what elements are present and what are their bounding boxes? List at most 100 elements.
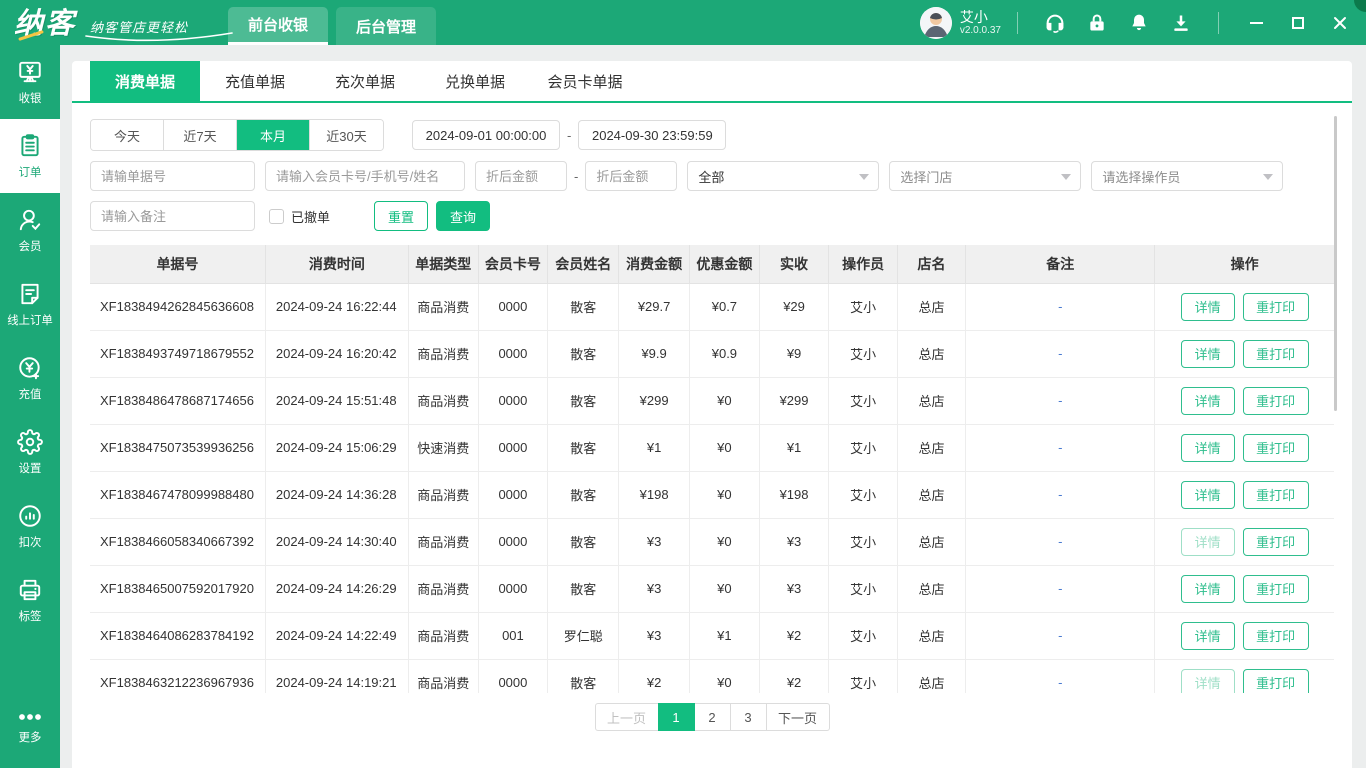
- date-from-input[interactable]: [412, 120, 560, 150]
- cell-order-no: XF1838475073539936256: [90, 424, 266, 472]
- detail-button[interactable]: 详情: [1180, 386, 1235, 415]
- operator-select[interactable]: 请选择操作员: [1091, 161, 1284, 191]
- sidebar-item-cashier[interactable]: 收银: [0, 45, 60, 119]
- cell-amount: ¥9.9: [618, 330, 691, 378]
- tab-recharge-orders[interactable]: 充值单据: [200, 61, 310, 101]
- avatar[interactable]: [919, 6, 952, 39]
- detail-button[interactable]: 详情: [1180, 527, 1235, 556]
- reset-button[interactable]: 重置: [374, 201, 429, 231]
- store-select[interactable]: 选择门店: [889, 161, 1082, 191]
- page-button-1[interactable]: 1: [657, 703, 695, 731]
- reprint-button[interactable]: 重打印: [1242, 527, 1309, 556]
- tab-exchange-orders[interactable]: 兑换单据: [420, 61, 530, 101]
- cell-paid: ¥3: [759, 565, 830, 613]
- sidebar-item-labels[interactable]: 标签: [0, 563, 60, 637]
- tab-consume-orders[interactable]: 消费单据: [90, 61, 200, 101]
- range-30days-button[interactable]: 近30天: [310, 120, 383, 150]
- detail-button[interactable]: 详情: [1180, 574, 1235, 603]
- revoked-checkbox[interactable]: [269, 208, 284, 224]
- col-card-no: 会员卡号: [478, 245, 549, 284]
- reprint-button[interactable]: 重打印: [1242, 574, 1309, 603]
- page-button-2[interactable]: 2: [693, 703, 731, 731]
- cell-paid: ¥2: [759, 659, 830, 693]
- reprint-button[interactable]: 重打印: [1242, 621, 1309, 650]
- vertical-scrollbar[interactable]: [1334, 116, 1337, 411]
- search-button[interactable]: 查询: [436, 201, 491, 231]
- sidebar-item-orders[interactable]: 订单: [0, 119, 60, 193]
- next-page-button[interactable]: 下一页: [765, 703, 830, 731]
- table-row: XF1838475073539936256 2024-09-24 15:06:2…: [90, 424, 1334, 472]
- range-today-button[interactable]: 今天: [91, 120, 164, 150]
- maximize-button[interactable]: [1284, 9, 1312, 37]
- cell-paid: ¥29: [759, 283, 830, 331]
- sidebar-item-recharge[interactable]: 充值: [0, 341, 60, 415]
- cell-remark: -: [965, 424, 1156, 472]
- detail-button[interactable]: 详情: [1180, 433, 1235, 462]
- lock-icon[interactable]: [1084, 10, 1110, 36]
- cell-time: 2024-09-24 14:19:21: [265, 659, 409, 693]
- cell-card-no: 0000: [478, 283, 549, 331]
- reprint-button[interactable]: 重打印: [1242, 668, 1309, 693]
- cell-remark: -: [965, 659, 1156, 693]
- cell-discount: ¥0: [689, 471, 760, 519]
- col-time: 消费时间: [265, 245, 409, 284]
- slogan-swoosh: [85, 31, 233, 41]
- detail-button[interactable]: 详情: [1180, 292, 1235, 321]
- filter-row-fields: - 全部 选择门店 请选择操作员: [90, 161, 1334, 191]
- sidebar-item-members[interactable]: 会员: [0, 193, 60, 267]
- reprint-button[interactable]: 重打印: [1242, 292, 1309, 321]
- amount-min-input[interactable]: [475, 161, 567, 191]
- member-search-input[interactable]: [265, 161, 465, 191]
- date-to-input[interactable]: [578, 120, 727, 150]
- cell-type: 商品消费: [408, 283, 479, 331]
- cell-actions: 详情 重打印: [1154, 377, 1334, 425]
- filter-row-date: 今天 近7天 本月 近30天 -: [90, 119, 1334, 151]
- sidebar-item-more[interactable]: 更多: [0, 690, 60, 764]
- cell-type: 商品消费: [408, 518, 479, 566]
- customer-service-icon[interactable]: [1042, 10, 1068, 36]
- detail-button[interactable]: 详情: [1180, 339, 1235, 368]
- order-no-input[interactable]: [90, 161, 255, 191]
- prev-page-button[interactable]: 上一页: [594, 703, 659, 731]
- sidebar-item-deduct[interactable]: 扣次: [0, 489, 60, 563]
- cell-time: 2024-09-24 14:22:49: [265, 612, 409, 660]
- page-button-3[interactable]: 3: [729, 703, 767, 731]
- cell-store: 总店: [897, 283, 967, 331]
- reprint-button[interactable]: 重打印: [1242, 433, 1309, 462]
- cell-remark: -: [965, 377, 1156, 425]
- detail-button[interactable]: 详情: [1180, 480, 1235, 509]
- cell-card-no: 0000: [478, 565, 549, 613]
- bell-icon[interactable]: [1126, 10, 1152, 36]
- chevron-down-icon: [1263, 174, 1274, 180]
- detail-button[interactable]: 详情: [1180, 621, 1235, 650]
- cell-amount: ¥29.7: [618, 283, 691, 331]
- tab-recount-orders[interactable]: 充次单据: [310, 61, 420, 101]
- cell-actions: 详情 重打印: [1154, 612, 1334, 660]
- order-type-select[interactable]: 全部: [687, 161, 880, 191]
- remark-input[interactable]: [90, 201, 255, 231]
- reprint-button[interactable]: 重打印: [1242, 480, 1309, 509]
- table-row: XF1838486478687174656 2024-09-24 15:51:4…: [90, 377, 1334, 425]
- table-row: XF1838467478099988480 2024-09-24 14:36:2…: [90, 471, 1334, 519]
- revoked-checkbox-label: 已撤单: [291, 209, 331, 225]
- sidebar-item-settings[interactable]: 设置: [0, 415, 60, 489]
- revoked-checkbox-wrap[interactable]: 已撤单: [269, 207, 330, 226]
- reprint-button[interactable]: 重打印: [1242, 386, 1309, 415]
- cell-store: 总店: [897, 330, 967, 378]
- cell-operator: 艾小: [828, 424, 898, 472]
- download-icon[interactable]: [1168, 10, 1194, 36]
- range-7days-button[interactable]: 近7天: [164, 120, 237, 150]
- amount-max-input[interactable]: [585, 161, 678, 191]
- cell-discount: ¥0.9: [689, 330, 760, 378]
- range-thismonth-button[interactable]: 本月: [237, 120, 310, 150]
- close-button[interactable]: [1326, 9, 1354, 37]
- nav-backend-manage[interactable]: 后台管理: [336, 7, 437, 45]
- cell-order-no: XF1838466058340667392: [90, 518, 266, 566]
- nav-front-cashier[interactable]: 前台收银: [228, 7, 329, 45]
- amount-range-dash: -: [574, 168, 579, 184]
- sidebar-item-online-orders[interactable]: 线上订单: [0, 267, 60, 341]
- detail-button[interactable]: 详情: [1180, 668, 1235, 693]
- tab-membercard-orders[interactable]: 会员卡单据: [530, 61, 640, 101]
- reprint-button[interactable]: 重打印: [1242, 339, 1309, 368]
- minimize-button[interactable]: [1242, 9, 1270, 37]
